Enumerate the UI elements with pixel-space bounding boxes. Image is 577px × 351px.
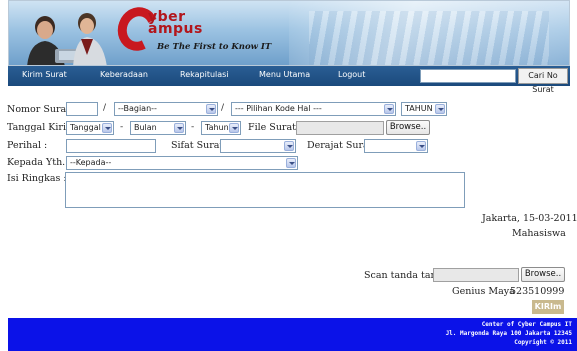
tahun-select-value: TAHUN xyxy=(405,104,433,113)
scan-tanda-tangan-browse-button[interactable]: Browse.. xyxy=(521,267,565,282)
chevron-down-icon xyxy=(384,104,394,114)
header-banner: yber ampus Be The First to Know IT xyxy=(8,0,570,66)
kode-hal-select[interactable]: --- Pilihan Kode Hal --- xyxy=(231,102,396,116)
nomor-surat-input[interactable] xyxy=(66,102,98,116)
bulan-select-value: Bulan xyxy=(134,123,157,132)
separator-slash: / xyxy=(103,103,107,113)
sifat-surat-select[interactable] xyxy=(220,139,296,153)
bagian-select[interactable]: --Bagian-- xyxy=(114,102,218,116)
file-surat-browse-button[interactable]: Browse.. xyxy=(386,120,430,135)
signer-name: Genius Maya xyxy=(452,286,515,297)
search-no-surat-button[interactable]: Cari No Surat xyxy=(518,68,568,94)
search-no-surat-input[interactable] xyxy=(420,69,516,83)
nav-kirim-surat[interactable]: Kirim Surat xyxy=(22,70,67,79)
tahun-kirim-select[interactable]: Tahun xyxy=(201,121,241,135)
banner-building-graphic xyxy=(309,11,549,65)
chevron-down-icon xyxy=(174,123,184,133)
place-date-text: Jakarta, 15-03-2011 xyxy=(482,213,577,224)
date-dash: - xyxy=(120,122,124,132)
tahun-select[interactable]: TAHUN xyxy=(401,102,447,116)
logo-text-bottom: ampus xyxy=(148,21,203,37)
kepada-select-value: --Kepada-- xyxy=(70,158,112,167)
bulan-select[interactable]: Bulan xyxy=(130,121,186,135)
isi-ringkas-textarea[interactable] xyxy=(65,172,465,208)
footer: Center of Cyber Campus IT Jl. Margonda R… xyxy=(8,318,577,351)
nav-menu-utama[interactable]: Menu Utama xyxy=(259,70,310,79)
role-text: Mahasiswa xyxy=(512,228,566,239)
nav-keberadaan[interactable]: Keberadaan xyxy=(100,70,148,79)
separator-slash: / xyxy=(221,103,225,113)
kode-hal-select-value: --- Pilihan Kode Hal --- xyxy=(235,104,322,113)
chevron-down-icon xyxy=(416,141,426,151)
date-dash: - xyxy=(191,122,195,132)
signer-nim: 523510999 xyxy=(510,286,565,297)
nav-rekapitulasi[interactable]: Rekapitulasi xyxy=(180,70,229,79)
file-surat-path[interactable] xyxy=(296,121,384,135)
scan-tanda-tangan-path[interactable] xyxy=(433,268,519,282)
chevron-down-icon xyxy=(206,104,216,114)
tahun-kirim-select-value: Tahun xyxy=(205,123,229,132)
file-surat-label: File Surat : xyxy=(248,122,303,133)
nav-bar: Kirim Surat Keberadaan Rekapitulasi Menu… xyxy=(8,66,570,94)
people-image xyxy=(27,13,107,65)
tanggal-select[interactable]: Tanggal xyxy=(66,121,114,135)
bagian-select-value: --Bagian-- xyxy=(118,104,157,113)
logo-tagline: Be The First to Know IT xyxy=(157,42,272,52)
perihal-label: Perihal : xyxy=(7,140,48,151)
chevron-down-icon xyxy=(286,158,296,168)
chevron-down-icon xyxy=(229,123,239,133)
derajat-surat-label: Derajat Surat xyxy=(307,140,373,151)
kirim-submit-button[interactable]: KIRIm xyxy=(532,300,564,314)
kepada-label: Kepada Yth. : xyxy=(7,157,72,168)
derajat-surat-select[interactable] xyxy=(364,139,428,153)
kepada-select[interactable]: --Kepada-- xyxy=(66,156,298,170)
footer-org-name: Center of Cyber Campus IT xyxy=(481,321,572,328)
chevron-down-icon xyxy=(435,104,445,114)
chevron-down-icon xyxy=(284,141,294,151)
isi-ringkas-label: Isi Ringkas : xyxy=(7,173,67,184)
nav-logout[interactable]: Logout xyxy=(338,70,365,79)
perihal-input[interactable] xyxy=(66,139,156,153)
tanggal-select-value: Tanggal xyxy=(70,123,101,132)
footer-copyright: Copyright © 2011 xyxy=(514,339,572,346)
footer-address: Jl. Margonda Raya 100 Jakarta 12345 xyxy=(445,330,572,337)
chevron-down-icon xyxy=(102,123,112,133)
